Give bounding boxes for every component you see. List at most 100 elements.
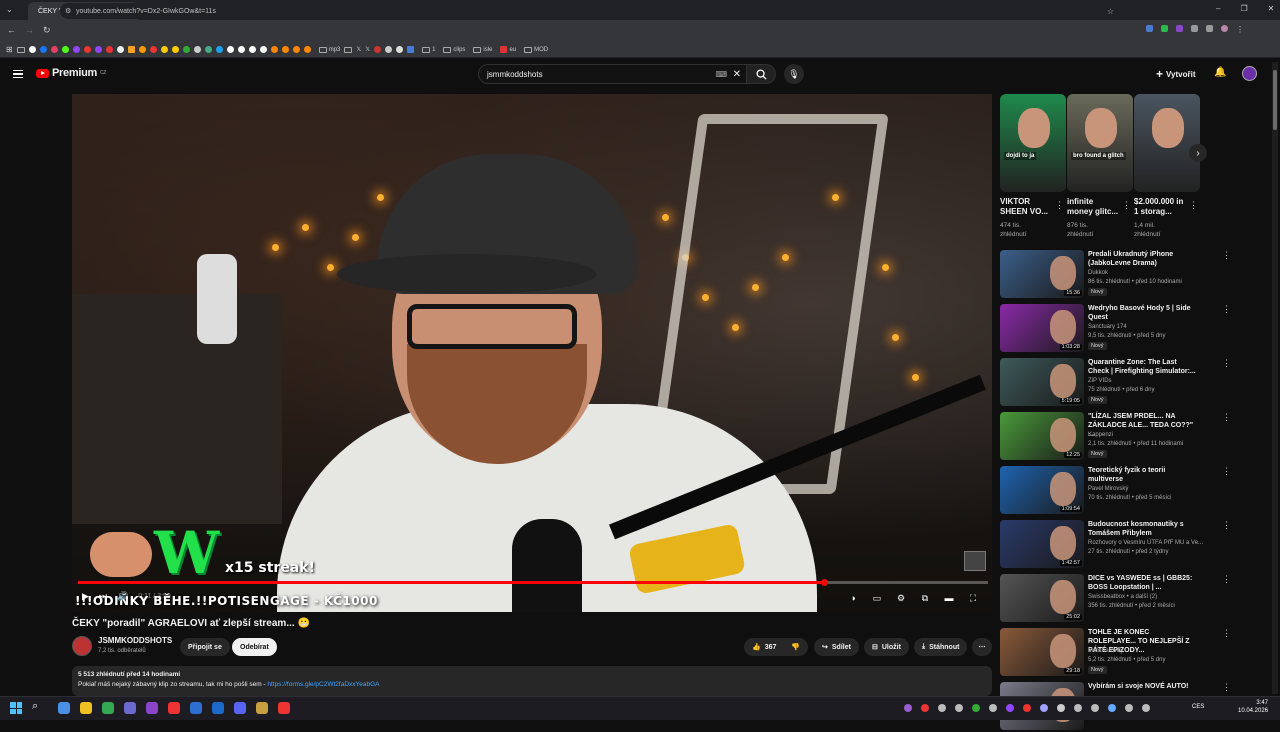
input-language[interactable]: CES (1192, 704, 1204, 710)
channel-avatar[interactable] (72, 636, 92, 656)
create-button[interactable]: + Vytvořit (1156, 64, 1196, 84)
bookmark-favicon[interactable] (259, 46, 267, 53)
like-button[interactable]: 👍 367 (752, 643, 776, 652)
taskbar-app-icon[interactable] (80, 702, 92, 714)
description-link[interactable]: https://forms.gle/pC2Wt2faDxxYeabGA (267, 681, 379, 688)
bookmark-favicon[interactable] (204, 46, 212, 53)
channel-name[interactable]: ZiP VIDs (1088, 378, 1112, 384)
bookmark-folder-eu[interactable]: eu (500, 46, 516, 53)
more-options-icon[interactable]: ⋮ (1222, 304, 1231, 315)
bookmark-folder-1[interactable]: 1 (422, 46, 435, 53)
short-title[interactable]: $2.000.000 in 1 storag... (1134, 197, 1188, 217)
channel-name[interactable]: Swissbeatbox • a další (2) (1088, 594, 1157, 600)
extension-icon[interactable] (1146, 25, 1153, 32)
taskbar-app-icon[interactable] (278, 702, 290, 714)
download-button[interactable]: ⤓ Stáhnout (914, 638, 968, 656)
bookmark-folder-icon[interactable] (16, 46, 25, 53)
tray-icon[interactable] (989, 704, 997, 712)
video-thumbnail[interactable]: 25:02 (1000, 574, 1084, 622)
bookmark-favicon[interactable] (72, 46, 80, 53)
more-options-icon[interactable]: ⋮ (1222, 682, 1231, 693)
extension-icon[interactable] (1206, 25, 1213, 32)
join-button[interactable]: Připojit se (180, 638, 230, 656)
bookmark-favicon[interactable] (215, 46, 223, 53)
theater-mode-icon[interactable]: ▬ (942, 592, 956, 604)
tray-icon[interactable] (1142, 704, 1150, 712)
bookmark-favicon[interactable] (182, 46, 190, 53)
bookmark-favicon[interactable] (61, 46, 69, 53)
fullscreen-icon[interactable]: ⛶ (966, 592, 980, 604)
miniplayer-icon[interactable]: ⧉ (918, 592, 932, 604)
bookmark-folder-icon[interactable] (344, 46, 353, 53)
bookmark-folder-mod[interactable]: MOD (524, 46, 548, 53)
profile-avatar[interactable] (1221, 25, 1228, 32)
tray-icon[interactable] (938, 704, 946, 712)
play-icon[interactable]: ▶ (82, 591, 89, 602)
channel-name[interactable]: Sanctuary 174 (1088, 324, 1127, 330)
tray-icon[interactable] (1074, 704, 1082, 712)
share-button[interactable]: ↪ Sdílet (814, 638, 859, 656)
video-thumbnail[interactable]: 5:19:05 (1000, 358, 1084, 406)
bookmark-favicon[interactable] (248, 46, 256, 53)
taskbar-app-icon[interactable] (58, 702, 70, 714)
video-title[interactable]: DICE vs YASWEDE ss | GBB25: BOSS Loopsta… (1088, 574, 1198, 592)
youtube-premium-logo[interactable]: Premium CZ (36, 67, 106, 79)
taskbar-app-icon[interactable] (256, 702, 268, 714)
back-button[interactable]: ← (7, 25, 16, 35)
bookmark-favicon[interactable] (270, 46, 278, 53)
bookmark-favicon[interactable] (281, 46, 289, 53)
forward-button[interactable]: → (25, 25, 34, 35)
progress-bar[interactable] (78, 579, 988, 586)
bookmark-favicon[interactable] (127, 46, 135, 53)
bookmark-favicon[interactable] (303, 46, 311, 53)
more-options-icon[interactable]: ⋮ (1222, 628, 1231, 639)
page-scrollbar[interactable] (1272, 62, 1278, 694)
recommended-video[interactable]: 1:42:57 Budoucnost kosmonautiky s Tomášem… (1000, 520, 1260, 570)
windows-start-icon[interactable] (10, 702, 22, 714)
channel-watermark[interactable] (964, 551, 986, 571)
bookmark-favicon[interactable] (396, 46, 404, 53)
tray-icon[interactable] (1108, 704, 1116, 712)
channel-name[interactable]: Kappenzi (1088, 432, 1113, 438)
minimize-icon[interactable]: – (1216, 4, 1220, 13)
tray-icon[interactable] (1057, 704, 1065, 712)
recommended-video[interactable]: 25:02 DICE vs YASWEDE ss | GBB25: BOSS Lo… (1000, 574, 1260, 624)
bookmark-star-icon[interactable]: ☆ (1107, 7, 1114, 16)
short-more-icon[interactable]: ⋮ (1055, 200, 1064, 211)
bookmark-favicon[interactable] (28, 46, 36, 53)
voice-search-button[interactable]: 🎙 (784, 64, 804, 84)
bookmark-favicon[interactable] (385, 46, 393, 53)
apps-icon[interactable]: ⊞ (6, 45, 13, 54)
thumbs-down-icon[interactable]: 👎 (791, 643, 800, 651)
short-more-icon[interactable]: ⋮ (1189, 200, 1198, 211)
bookmark-favicon[interactable] (193, 46, 201, 53)
more-options-icon[interactable]: ⋮ (1222, 358, 1231, 369)
bookmark-favicon[interactable] (83, 46, 91, 53)
tray-icon[interactable] (1040, 704, 1048, 712)
taskbar-app-icon[interactable] (102, 702, 114, 714)
bookmark-folder-isle[interactable]: isle (473, 46, 492, 53)
bookmark-favicon[interactable] (94, 46, 102, 53)
save-button[interactable]: ⊟ Uložit (864, 638, 909, 656)
menu-icon[interactable]: ⋮ (1236, 25, 1244, 34)
reload-button[interactable]: ↻ (43, 25, 51, 36)
more-options-icon[interactable]: ⋮ (1222, 520, 1231, 531)
bookmark-folder-mp3[interactable]: mp3 (318, 46, 340, 53)
more-options-icon[interactable]: ⋮ (1222, 466, 1231, 477)
recommended-video[interactable]: 15:36 Predali Ukradnutý iPhone (JabkoLevn… (1000, 250, 1260, 300)
channel-name[interactable]: JSMMKODDSHOTS (98, 636, 172, 645)
bookmark-favicon[interactable] (226, 46, 234, 53)
x-icon[interactable]: 𝕏 (356, 46, 361, 53)
volume-icon[interactable]: 🔊 (117, 591, 128, 602)
video-thumbnail[interactable]: 1:42:57 (1000, 520, 1084, 568)
taskbar-search-icon[interactable]: ⌕ (32, 700, 38, 713)
more-options-icon[interactable]: ⋮ (1222, 574, 1231, 585)
menu-hamburger-icon[interactable] (13, 70, 23, 78)
short-title[interactable]: VIKTOR SHEEN VO... (1000, 197, 1054, 217)
taskbar-app-icon[interactable] (124, 702, 136, 714)
keyboard-icon[interactable]: ⌨ (715, 70, 727, 79)
bookmark-favicon[interactable] (39, 46, 47, 53)
taskbar-app-icon[interactable] (146, 702, 158, 714)
account-avatar[interactable] (1242, 66, 1257, 81)
more-actions-button[interactable]: ⋯ (972, 638, 992, 656)
